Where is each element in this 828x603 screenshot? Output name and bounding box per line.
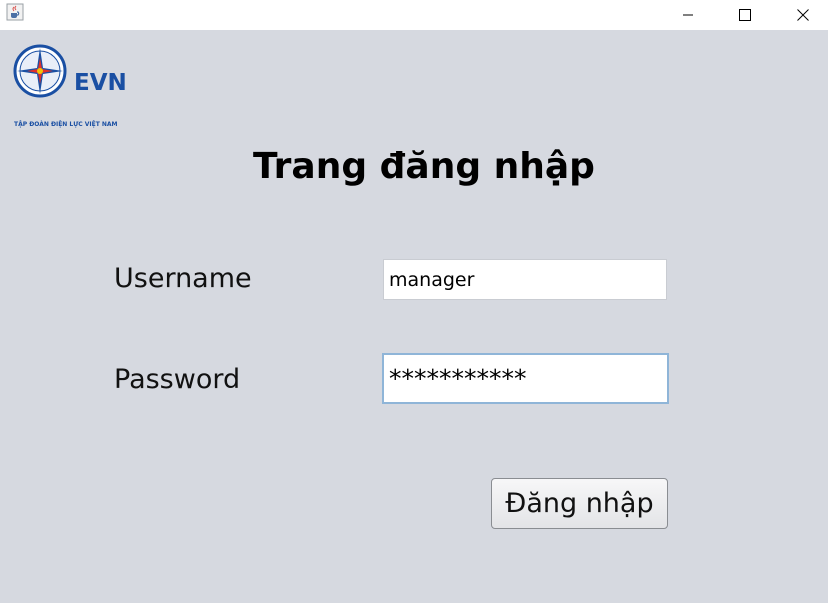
java-app-icon[interactable] [6, 3, 24, 21]
evn-emblem-icon [13, 44, 67, 98]
minimize-button[interactable] [659, 0, 717, 30]
page-title: Trang đăng nhập [253, 146, 595, 187]
password-input[interactable] [382, 353, 669, 404]
close-button[interactable] [774, 0, 828, 30]
login-panel: EVN TẬP ĐOÀN ĐIỆN LỰC VIỆT NAM Trang đăn… [0, 30, 828, 603]
minimize-icon [682, 9, 694, 21]
login-button[interactable]: Đăng nhập [491, 478, 668, 529]
logo-brand-text: EVN [74, 70, 127, 96]
maximize-icon [739, 9, 751, 21]
close-icon [797, 9, 809, 21]
evn-logo: EVN TẬP ĐOÀN ĐIỆN LỰC VIỆT NAM [12, 44, 142, 128]
logo-tagline: TẬP ĐOÀN ĐIỆN LỰC VIỆT NAM [14, 121, 118, 128]
username-label: Username [114, 263, 252, 294]
password-label: Password [114, 364, 241, 395]
username-input[interactable] [383, 259, 667, 300]
window-titlebar [0, 0, 828, 30]
maximize-button[interactable] [716, 0, 774, 30]
